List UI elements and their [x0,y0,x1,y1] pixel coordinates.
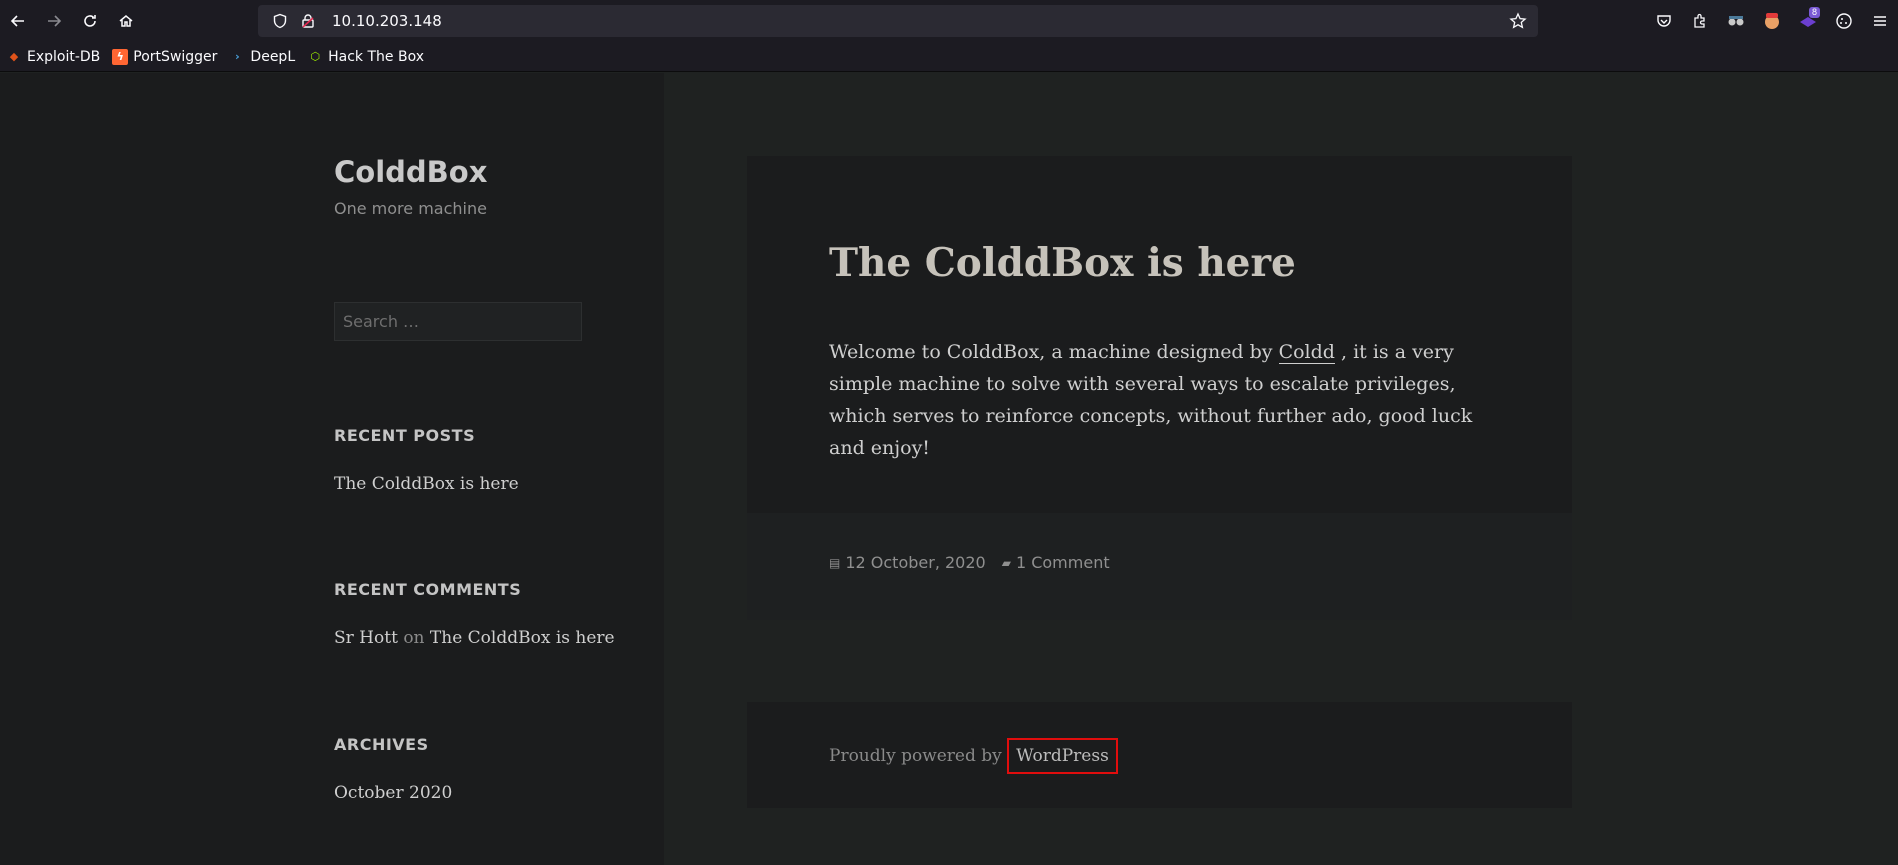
powered-by: Proudly powered by WordPress [829,738,1118,774]
calendar-icon: ▤ [829,555,841,570]
menu-hamburger-icon[interactable] [1862,4,1898,38]
hackbar-icon[interactable]: 8 [1790,4,1826,38]
site-tagline: One more machine [334,199,487,218]
sidebar: ColddBox One more machine Search … RECEN… [0,73,664,865]
comment-author-link[interactable]: Sr Hott [334,628,398,648]
reload-icon [84,15,96,27]
site-footer: Proudly powered by WordPress [747,702,1572,808]
home-button[interactable] [108,3,144,39]
extensions-puzzle-icon[interactable] [1682,4,1718,38]
browser-toolbar: 10.10.203.148 8 [0,0,1898,42]
url-text[interactable]: 10.10.203.148 [332,12,442,30]
post-title[interactable]: The ColddBox is here [829,240,1296,286]
bookmark-hack-the-box[interactable]: ⬡ Hack The Box [307,49,424,65]
pocket-icon[interactable] [1646,4,1682,38]
author-link[interactable]: Coldd [1278,341,1335,364]
extensions-toolbar: 8 [1646,4,1898,38]
arrow-right-icon [48,15,62,27]
search-input[interactable]: Search … [334,302,582,341]
hack-the-box-icon: ⬡ [310,50,320,63]
wordpress-link[interactable]: WordPress [1007,738,1118,774]
recent-post-link[interactable]: The ColddBox is here [334,474,519,494]
lock-icon[interactable] [296,9,320,33]
forward-button[interactable] [36,3,72,39]
recent-comment-item: Sr Hott on The ColddBox is here [334,628,615,648]
post-content-text: Welcome to ColddBox, a machine designed … [829,341,1279,363]
bookmark-label: DeepL [250,48,296,65]
address-bar[interactable]: 10.10.203.148 [258,5,1538,37]
web-page: ColddBox One more machine Search … RECEN… [0,73,1898,865]
exploit-db-icon: ◆ [9,50,19,63]
arrow-left-icon [10,15,24,27]
post-article: The ColddBox is here Welcome to ColddBox… [747,156,1572,620]
recent-posts-heading: RECENT POSTS [334,426,476,445]
bookmark-deepl[interactable]: › DeepL [229,49,295,65]
portswigger-icon: ϟ [112,48,129,65]
shield-icon[interactable] [268,9,292,33]
archive-link[interactable]: October 2020 [334,783,452,803]
post-meta: ▤ 12 October, 2020 ▰ 1 Comment [747,513,1572,620]
home-icon [119,15,133,27]
bookmark-star-icon[interactable] [1506,9,1530,33]
extension-badge: 8 [1808,7,1820,18]
post-date-link[interactable]: 12 October, 2020 [845,553,985,572]
post-content: Welcome to ColddBox, a machine designed … [829,336,1489,464]
reload-button[interactable] [72,3,108,39]
bookmark-label: PortSwigger [133,48,218,65]
character-avatar-icon[interactable] [1754,4,1790,38]
bookmark-exploit-db[interactable]: ◆ Exploit-DB [6,48,101,65]
powered-by-text: Proudly powered by [829,746,1008,766]
bookmark-label: Hack The Box [328,48,424,65]
bookmark-label: Exploit-DB [27,48,101,65]
bookmark-portswigger[interactable]: ϟ PortSwigger [112,48,218,65]
archives-heading: ARCHIVES [334,735,429,754]
site-title[interactable]: ColddBox [334,155,487,189]
comment-icon: ▰ [1001,555,1011,570]
comments-link[interactable]: 1 Comment [1016,553,1110,572]
recent-comments-heading: RECENT COMMENTS [334,580,522,599]
comment-on-text: on [403,628,425,648]
back-button[interactable] [0,3,36,39]
spy-glasses-icon[interactable] [1718,4,1754,38]
deepl-icon: › [235,50,240,63]
bookmarks-toolbar: ◆ Exploit-DB ϟ PortSwigger › DeepL ⬡ Hac… [0,42,1898,72]
cookie-icon[interactable] [1826,4,1862,38]
comment-post-link[interactable]: The ColddBox is here [430,628,615,648]
